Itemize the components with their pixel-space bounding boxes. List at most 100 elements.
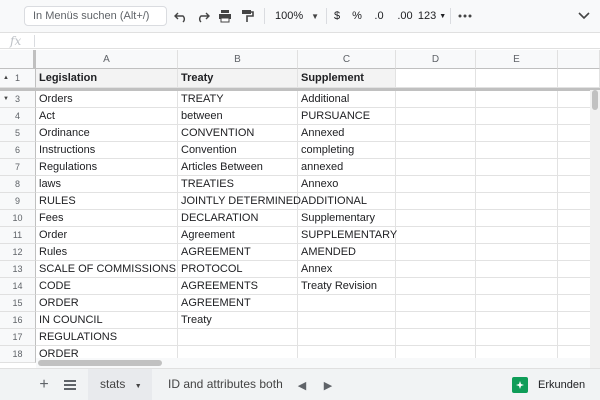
cell-supplement[interactable]: completing [298,142,396,159]
explore-button[interactable]: Erkunden [512,373,598,397]
more-formats-button[interactable]: 123 ▼ [418,6,446,26]
currency-format-button[interactable]: $ [330,6,344,26]
vertical-scrollbar-thumb[interactable] [592,90,598,110]
cell-treaty[interactable]: PROTOCOL [178,261,298,278]
cell-supplement[interactable] [298,312,396,329]
empty-cell[interactable] [476,261,558,278]
empty-cell[interactable] [476,176,558,193]
cell-legislation[interactable]: CODE [36,278,178,295]
formula-input[interactable] [40,34,590,48]
column-header-e[interactable]: E [476,50,558,69]
empty-cell[interactable] [396,210,476,227]
empty-cell[interactable] [396,193,476,210]
percent-format-button[interactable]: % [350,6,364,26]
sheet-tab-id-and-attributes[interactable]: ID and attributes both [156,369,288,400]
cell-legislation[interactable]: Regulations [36,159,178,176]
column-header-f[interactable] [558,50,600,69]
cell-treaty[interactable]: TREATY [178,91,298,108]
cell-supplement[interactable]: Annex [298,261,396,278]
empty-cell[interactable] [396,159,476,176]
cell-legislation[interactable]: Order [36,227,178,244]
scroll-tabs-left-icon[interactable]: ◀ [292,375,312,395]
cell-legislation[interactable]: ORDER [36,295,178,312]
cell-legislation[interactable]: IN COUNCIL [36,312,178,329]
row-header[interactable]: 4 [0,108,36,125]
column-header-a[interactable]: A [36,50,178,69]
row-header[interactable]: ▼ 3 [0,91,36,108]
row-header[interactable]: 15 [0,295,36,312]
row-header[interactable]: 6 [0,142,36,159]
empty-cell[interactable] [476,108,558,125]
row-header[interactable]: 14 [0,278,36,295]
empty-cell[interactable] [476,69,558,88]
empty-cell[interactable] [396,91,476,108]
cell-treaty[interactable]: TREATIES [178,176,298,193]
empty-cell[interactable] [476,142,558,159]
column-header-b[interactable]: B [178,50,298,69]
column-header-c[interactable]: C [298,50,396,69]
vertical-scrollbar-track[interactable] [590,90,600,368]
redo-icon[interactable] [194,6,212,26]
cell-legislation[interactable]: Instructions [36,142,178,159]
cell-supplement[interactable]: Annexed [298,125,396,142]
select-all-corner[interactable] [0,50,36,69]
cell-supplement[interactable]: AMENDED [298,244,396,261]
cell-supplement[interactable]: annexed [298,159,396,176]
add-sheet-icon[interactable]: + [34,375,54,395]
more-options-icon[interactable] [454,6,476,26]
collapse-menu-icon[interactable] [576,6,592,26]
row-header[interactable]: 7 [0,159,36,176]
cell-legislation[interactable]: SCALE OF COMMISSIONS [36,261,178,278]
scroll-tabs-right-icon[interactable]: ▶ [318,375,338,395]
row-group-toggle-icon[interactable]: ▼ [3,91,9,107]
cell-supplement[interactable]: Treaty Revision [298,278,396,295]
empty-cell[interactable] [476,329,558,346]
cell-treaty[interactable]: Treaty [178,312,298,329]
row-header[interactable]: 17 [0,329,36,346]
row-header[interactable]: 9 [0,193,36,210]
row-header[interactable]: 12 [0,244,36,261]
empty-cell[interactable] [476,159,558,176]
empty-cell[interactable] [396,329,476,346]
cell-legislation[interactable]: RULES [36,193,178,210]
cell-legislation[interactable]: Act [36,108,178,125]
cell-legislation[interactable]: Fees [36,210,178,227]
horizontal-scrollbar-thumb[interactable] [38,360,162,366]
empty-cell[interactable] [476,210,558,227]
empty-cell[interactable] [396,227,476,244]
empty-cell[interactable] [476,278,558,295]
row-header[interactable]: 10 [0,210,36,227]
empty-cell[interactable] [396,244,476,261]
row-header[interactable]: 5 [0,125,36,142]
row-header[interactable]: ▲ 1 [0,69,36,88]
empty-cell[interactable] [396,69,476,88]
cell-supplement[interactable]: Additional [298,91,396,108]
increase-decimals-button[interactable]: .00 [394,6,416,26]
print-icon[interactable] [216,6,234,26]
menu-search-input[interactable]: In Menüs suchen (Alt+/) [24,6,167,26]
empty-cell[interactable] [396,176,476,193]
cell-legislation[interactable]: Orders [36,91,178,108]
cell-treaty[interactable]: between [178,108,298,125]
sheet-tab-stats[interactable]: stats ▼ [88,369,152,400]
cell-treaty[interactable]: AGREEMENT [178,244,298,261]
empty-cell[interactable] [476,91,558,108]
cell-supplement[interactable]: ADDITIONAL [298,193,396,210]
empty-cell[interactable] [396,108,476,125]
header-cell-supplement[interactable]: Supplement [298,69,396,88]
empty-cell[interactable] [396,312,476,329]
cell-supplement[interactable]: Annexo [298,176,396,193]
header-cell-treaty[interactable]: Treaty [178,69,298,88]
cell-treaty[interactable]: AGREEMENTS [178,278,298,295]
row-header[interactable]: 11 [0,227,36,244]
row-header[interactable]: 18 [0,346,36,363]
header-cell-legislation[interactable]: Legislation [36,69,178,88]
empty-cell[interactable] [476,244,558,261]
cell-treaty[interactable]: Convention [178,142,298,159]
cell-legislation[interactable]: REGULATIONS [36,329,178,346]
cell-legislation[interactable]: laws [36,176,178,193]
empty-cell[interactable] [396,261,476,278]
row-header[interactable]: 13 [0,261,36,278]
empty-cell[interactable] [476,312,558,329]
cell-legislation[interactable]: Rules [36,244,178,261]
